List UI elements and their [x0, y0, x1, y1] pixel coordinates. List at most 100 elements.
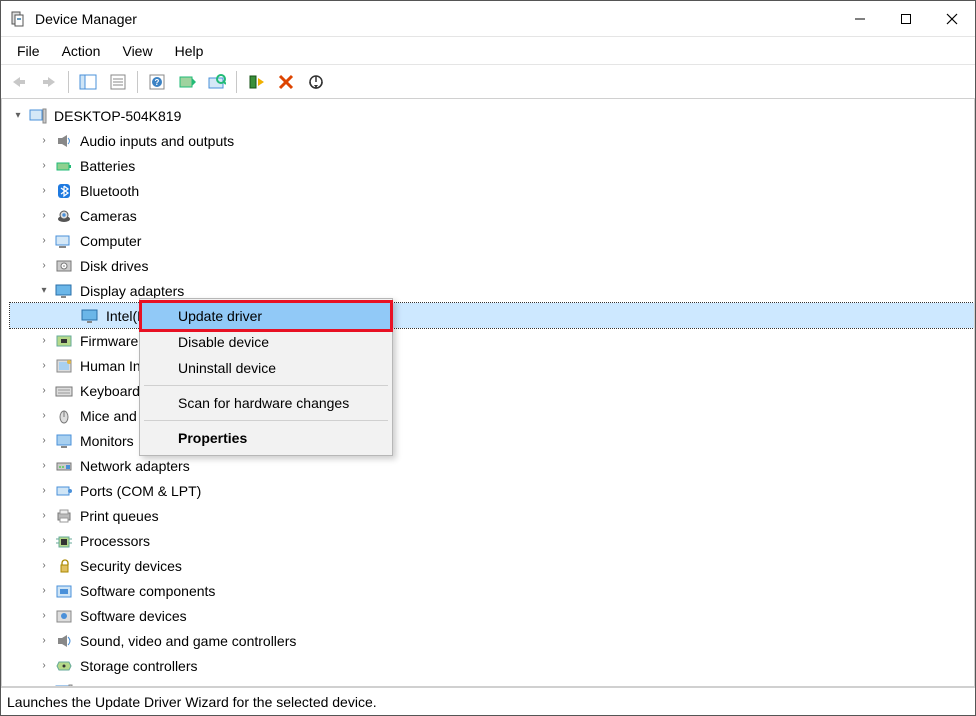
storage-icon	[54, 656, 74, 676]
maximize-button[interactable]	[883, 1, 929, 37]
caret-collapsed-icon[interactable]: ›	[36, 533, 52, 549]
tree-category-label: Bluetooth	[80, 183, 139, 199]
menu-file[interactable]: File	[7, 40, 50, 62]
battery-icon	[54, 156, 74, 176]
tree-category[interactable]: › Audio inputs and outputs	[10, 128, 974, 153]
tree-category-label: Keyboards	[80, 383, 147, 399]
toolbar-update-driver[interactable]	[173, 68, 201, 96]
cpu-icon	[54, 531, 74, 551]
tree-category-label: Computer	[80, 233, 141, 249]
caret-collapsed-icon[interactable]: ›	[36, 233, 52, 249]
network-icon	[54, 456, 74, 476]
caret-collapsed-icon[interactable]: ›	[36, 633, 52, 649]
printer-icon	[54, 506, 74, 526]
caret-collapsed-icon[interactable]: ›	[36, 458, 52, 474]
tree-category-label: Cameras	[80, 208, 137, 224]
computer-icon	[54, 231, 74, 251]
context-menu: Update driver Disable device Uninstall d…	[139, 298, 393, 456]
tree-root[interactable]: ▾ DESKTOP-504K819	[10, 103, 974, 128]
caret-collapsed-icon[interactable]: ›	[36, 658, 52, 674]
toolbar-scan[interactable]	[203, 68, 231, 96]
caret-collapsed-icon[interactable]: ›	[36, 583, 52, 599]
tree-category[interactable]: ›Network adapters	[10, 453, 974, 478]
toolbar-properties-sheet[interactable]	[104, 68, 132, 96]
tree-category[interactable]: › Cameras	[10, 203, 974, 228]
menu-view[interactable]: View	[112, 40, 162, 62]
tree-root-label: DESKTOP-504K819	[54, 108, 181, 124]
caret-none	[62, 308, 78, 324]
keyboard-icon	[54, 381, 74, 401]
tree-category[interactable]: › Ports (COM & LPT)	[10, 478, 974, 503]
caret-collapsed-icon[interactable]: ›	[36, 483, 52, 499]
caret-collapsed-icon[interactable]: ›	[36, 358, 52, 374]
speaker-icon	[54, 131, 74, 151]
tree-category[interactable]: ›Print queues	[10, 503, 974, 528]
tree-category-label: Disk drives	[80, 258, 148, 274]
tree-category-label: Display adapters	[80, 283, 184, 299]
tree-category[interactable]: ›Storage controllers	[10, 653, 974, 678]
tree-category[interactable]: › Software components	[10, 578, 974, 603]
toolbar-uninstall[interactable]	[272, 68, 300, 96]
tree-category[interactable]: › Disk drives	[10, 253, 974, 278]
tree-category-label: Ports (COM & LPT)	[80, 483, 201, 499]
hid-icon	[54, 356, 74, 376]
tree-category-label: Software components	[80, 583, 215, 599]
tree-category-label: Batteries	[80, 158, 135, 174]
context-disable-device[interactable]: Disable device	[142, 329, 390, 355]
toolbar-disable[interactable]	[302, 68, 330, 96]
context-scan[interactable]: Scan for hardware changes	[142, 390, 390, 416]
tree-category[interactable]: › Bluetooth	[10, 178, 974, 203]
tree-category[interactable]: › Sound, video and game controllers	[10, 628, 974, 653]
toolbar-help[interactable]: ?	[143, 68, 171, 96]
mouse-icon	[54, 406, 74, 426]
caret-collapsed-icon[interactable]: ›	[36, 133, 52, 149]
context-uninstall-device[interactable]: Uninstall device	[142, 355, 390, 381]
toolbar: ?	[1, 65, 975, 99]
menu-help[interactable]: Help	[165, 40, 214, 62]
toolbar-back[interactable]	[5, 68, 33, 96]
swdev-icon	[54, 606, 74, 626]
tree-category[interactable]: › Security devices	[10, 553, 974, 578]
caret-collapsed-icon[interactable]: ›	[36, 158, 52, 174]
toolbar-show-tree[interactable]	[74, 68, 102, 96]
tree-category-label: Audio inputs and outputs	[80, 133, 234, 149]
caret-collapsed-icon[interactable]: ›	[36, 183, 52, 199]
tree-category[interactable]: ›Processors	[10, 528, 974, 553]
camera-icon	[54, 206, 74, 226]
caret-collapsed-icon[interactable]: ›	[36, 208, 52, 224]
minimize-button[interactable]	[837, 1, 883, 37]
context-properties[interactable]: Properties	[142, 425, 390, 451]
caret-collapsed-icon[interactable]: ›	[36, 383, 52, 399]
display-icon	[54, 281, 74, 301]
tree-category-label: Security devices	[80, 558, 182, 574]
toolbar-forward[interactable]	[35, 68, 63, 96]
tree-category[interactable]: ›System devices	[10, 678, 974, 687]
close-button[interactable]	[929, 1, 975, 37]
caret-collapsed-icon[interactable]: ›	[36, 558, 52, 574]
tree-category[interactable]: › Batteries	[10, 153, 974, 178]
window-title: Device Manager	[35, 11, 137, 27]
tree-category[interactable]: › Computer	[10, 228, 974, 253]
tree-category-label: Monitors	[80, 433, 134, 449]
tree-category-label: Sound, video and game controllers	[80, 633, 296, 649]
disk-icon	[54, 256, 74, 276]
caret-collapsed-icon[interactable]: ›	[36, 508, 52, 524]
statusbar: Launches the Update Driver Wizard for th…	[1, 687, 975, 715]
caret-collapsed-icon[interactable]: ›	[36, 408, 52, 424]
tree-category[interactable]: ›Software devices	[10, 603, 974, 628]
menubar: File Action View Help	[1, 37, 975, 65]
titlebar: Device Manager	[1, 1, 975, 37]
display-icon	[80, 306, 100, 326]
caret-collapsed-icon[interactable]: ›	[36, 258, 52, 274]
caret-collapsed-icon[interactable]: ›	[36, 433, 52, 449]
caret-collapsed-icon[interactable]: ›	[36, 608, 52, 624]
context-update-driver[interactable]: Update driver	[139, 300, 393, 332]
caret-expanded-icon[interactable]: ▾	[36, 283, 52, 299]
menu-action[interactable]: Action	[52, 40, 111, 62]
caret-collapsed-icon[interactable]: ›	[36, 333, 52, 349]
swcomp-icon	[54, 581, 74, 601]
toolbar-add-legacy[interactable]	[242, 68, 270, 96]
monitor-icon	[54, 431, 74, 451]
caret-expanded-icon[interactable]: ▾	[10, 108, 26, 124]
toolbar-separator	[137, 71, 138, 93]
